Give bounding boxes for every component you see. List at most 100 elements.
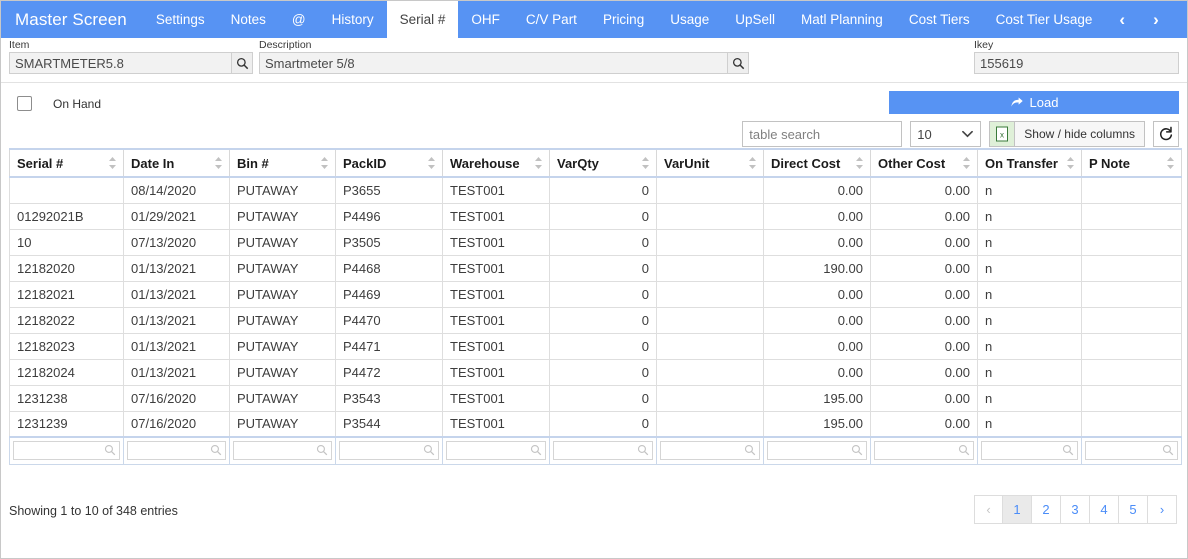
nav-tab-c-v-part[interactable]: C/V Part xyxy=(513,1,590,38)
column-header-varunit[interactable]: VarUnit xyxy=(656,148,764,178)
nav-tab-serial[interactable]: Serial # xyxy=(386,1,459,38)
column-header-bin[interactable]: Bin # xyxy=(229,148,336,178)
column-filter-warehouse[interactable] xyxy=(446,441,546,461)
nav-tab-notes[interactable]: Notes xyxy=(218,1,279,38)
column-filter-input[interactable] xyxy=(128,442,225,460)
cell-bin: PUTAWAY xyxy=(229,228,336,256)
page-button-5[interactable]: 5 xyxy=(1119,494,1148,524)
cell-direct-cost: 195.00 xyxy=(763,410,871,438)
nav-tab-settings[interactable]: Settings xyxy=(143,1,218,38)
cell-serial: 1231239 xyxy=(9,410,124,438)
description-input[interactable] xyxy=(259,52,728,74)
column-header-direct-cost[interactable]: Direct Cost xyxy=(763,148,871,178)
column-header-warehouse[interactable]: Warehouse xyxy=(442,148,550,178)
table-row[interactable]: 08/14/2020 PUTAWAY P3655 TEST001 0 0.00 0.00 n xyxy=(9,176,1182,204)
page-button-3[interactable]: 3 xyxy=(1061,494,1090,524)
column-filter-direct-cost[interactable] xyxy=(767,441,867,461)
column-header-varqty[interactable]: VarQty xyxy=(549,148,657,178)
column-filter-other-cost[interactable] xyxy=(874,441,974,461)
page-next-button[interactable]: › xyxy=(1148,494,1177,524)
description-lookup-button[interactable] xyxy=(728,52,749,74)
nav-tab-history[interactable]: History xyxy=(319,1,387,38)
ikey-input[interactable] xyxy=(974,52,1179,74)
show-hide-columns-button[interactable]: Show / hide columns xyxy=(1015,121,1145,147)
column-filter-cell xyxy=(9,436,124,465)
column-filter-cell xyxy=(335,436,443,465)
column-filter-input[interactable] xyxy=(768,442,866,460)
page-button-4[interactable]: 4 xyxy=(1090,494,1119,524)
column-filter-input[interactable] xyxy=(875,442,973,460)
cell-warehouse: TEST001 xyxy=(442,254,550,282)
cell-packid: P3505 xyxy=(335,228,443,256)
column-filter-packid[interactable] xyxy=(339,441,439,461)
item-input[interactable] xyxy=(9,52,232,74)
column-header-date-in[interactable]: Date In xyxy=(123,148,230,178)
nav-tab-cost-tiers[interactable]: Cost Tiers xyxy=(896,1,983,38)
column-header-packid[interactable]: PackID xyxy=(335,148,443,178)
page-length-select[interactable]: 102550100 xyxy=(910,121,982,147)
nav-tab-[interactable]: @ xyxy=(279,1,319,38)
column-filter-input[interactable] xyxy=(234,442,331,460)
load-button[interactable]: Load xyxy=(889,91,1179,114)
column-filter-bin[interactable] xyxy=(233,441,332,461)
cell-p-note xyxy=(1081,254,1182,282)
column-header-serial[interactable]: Serial # xyxy=(9,148,124,178)
cell-bin: PUTAWAY xyxy=(229,410,336,438)
item-label: Item xyxy=(9,39,30,51)
cell-date-in: 01/13/2021 xyxy=(123,254,230,282)
table-row[interactable]: 1231238 07/16/2020 PUTAWAY P3543 TEST001 0 195… xyxy=(9,384,1182,412)
table-row[interactable]: 12182023 01/13/2021 PUTAWAY P4471 TEST001 0 0.… xyxy=(9,332,1182,360)
page-button-2[interactable]: 2 xyxy=(1032,494,1061,524)
column-filter-varunit[interactable] xyxy=(660,441,760,461)
cell-p-note xyxy=(1081,384,1182,412)
page-button-1[interactable]: 1 xyxy=(1003,494,1032,524)
nav-prev-arrow-icon[interactable]: ‹ xyxy=(1105,1,1139,38)
item-lookup-button[interactable] xyxy=(232,52,253,74)
table-row[interactable]: 1231239 07/16/2020 PUTAWAY P3544 TEST001 0 195… xyxy=(9,410,1182,438)
column-header-other-cost[interactable]: Other Cost xyxy=(870,148,978,178)
column-header-on-transfer[interactable]: On Transfer xyxy=(977,148,1082,178)
nav-next-arrow-icon[interactable]: › xyxy=(1139,1,1173,38)
cell-direct-cost: 0.00 xyxy=(763,280,871,308)
nav-tab-matl-planning[interactable]: Matl Planning xyxy=(788,1,896,38)
column-filter-p-note[interactable] xyxy=(1085,441,1178,461)
on-hand-checkbox[interactable] xyxy=(17,96,32,111)
table-row[interactable]: 10 07/13/2020 PUTAWAY P3505 TEST001 0 0.00 0.00… xyxy=(9,228,1182,256)
column-filter-input[interactable] xyxy=(982,442,1077,460)
column-filter-on-transfer[interactable] xyxy=(981,441,1078,461)
table-row[interactable]: 12182022 01/13/2021 PUTAWAY P4470 TEST001 0 0.… xyxy=(9,306,1182,334)
table-footer: Showing 1 to 10 of 348 entries ‹ 1 2 3 4 5 › xyxy=(1,465,1187,559)
column-filter-input[interactable] xyxy=(340,442,438,460)
sort-icon xyxy=(428,157,435,169)
cell-date-in: 07/16/2020 xyxy=(123,384,230,412)
column-filter-input[interactable] xyxy=(661,442,759,460)
table-row[interactable]: 01292021B 01/29/2021 PUTAWAY P4496 TEST001 0 0… xyxy=(9,202,1182,230)
nav-tab-upsell[interactable]: UpSell xyxy=(722,1,788,38)
page-prev-button[interactable]: ‹ xyxy=(974,494,1003,524)
nav-tab-pricing[interactable]: Pricing xyxy=(590,1,657,38)
ikey-field-group: Ikey xyxy=(974,39,1179,74)
nav-tab-usage[interactable]: Usage xyxy=(657,1,722,38)
serial-table: Serial # Date In Bin # PackID Warehouse VarQt… xyxy=(9,148,1182,465)
nav-tab-cost-tier-usage[interactable]: Cost Tier Usage xyxy=(983,1,1106,38)
refresh-button[interactable] xyxy=(1153,121,1179,147)
column-filter-input[interactable] xyxy=(554,442,652,460)
column-filter-serial[interactable] xyxy=(13,441,120,461)
export-excel-button[interactable]: x xyxy=(989,121,1016,147)
column-filter-input[interactable] xyxy=(14,442,119,460)
nav-tab-ohf[interactable]: OHF xyxy=(458,1,513,38)
table-row[interactable]: 12182024 01/13/2021 PUTAWAY P4472 TEST001 0 0.… xyxy=(9,358,1182,386)
svg-text:x: x xyxy=(1000,131,1004,140)
table-row[interactable]: 12182020 01/13/2021 PUTAWAY P4468 TEST001 0 19… xyxy=(9,254,1182,282)
column-filter-cell xyxy=(229,436,336,465)
column-filter-cell xyxy=(549,436,657,465)
sort-icon xyxy=(856,157,863,169)
cell-on-transfer: n xyxy=(977,280,1082,308)
column-filter-varqty[interactable] xyxy=(553,441,653,461)
column-header-p-note[interactable]: P Note xyxy=(1081,148,1182,178)
column-filter-date-in[interactable] xyxy=(127,441,226,461)
column-filter-input[interactable] xyxy=(1086,442,1177,460)
column-filter-input[interactable] xyxy=(447,442,545,460)
table-search-input[interactable] xyxy=(742,121,903,147)
table-row[interactable]: 12182021 01/13/2021 PUTAWAY P4469 TEST001 0 0.… xyxy=(9,280,1182,308)
